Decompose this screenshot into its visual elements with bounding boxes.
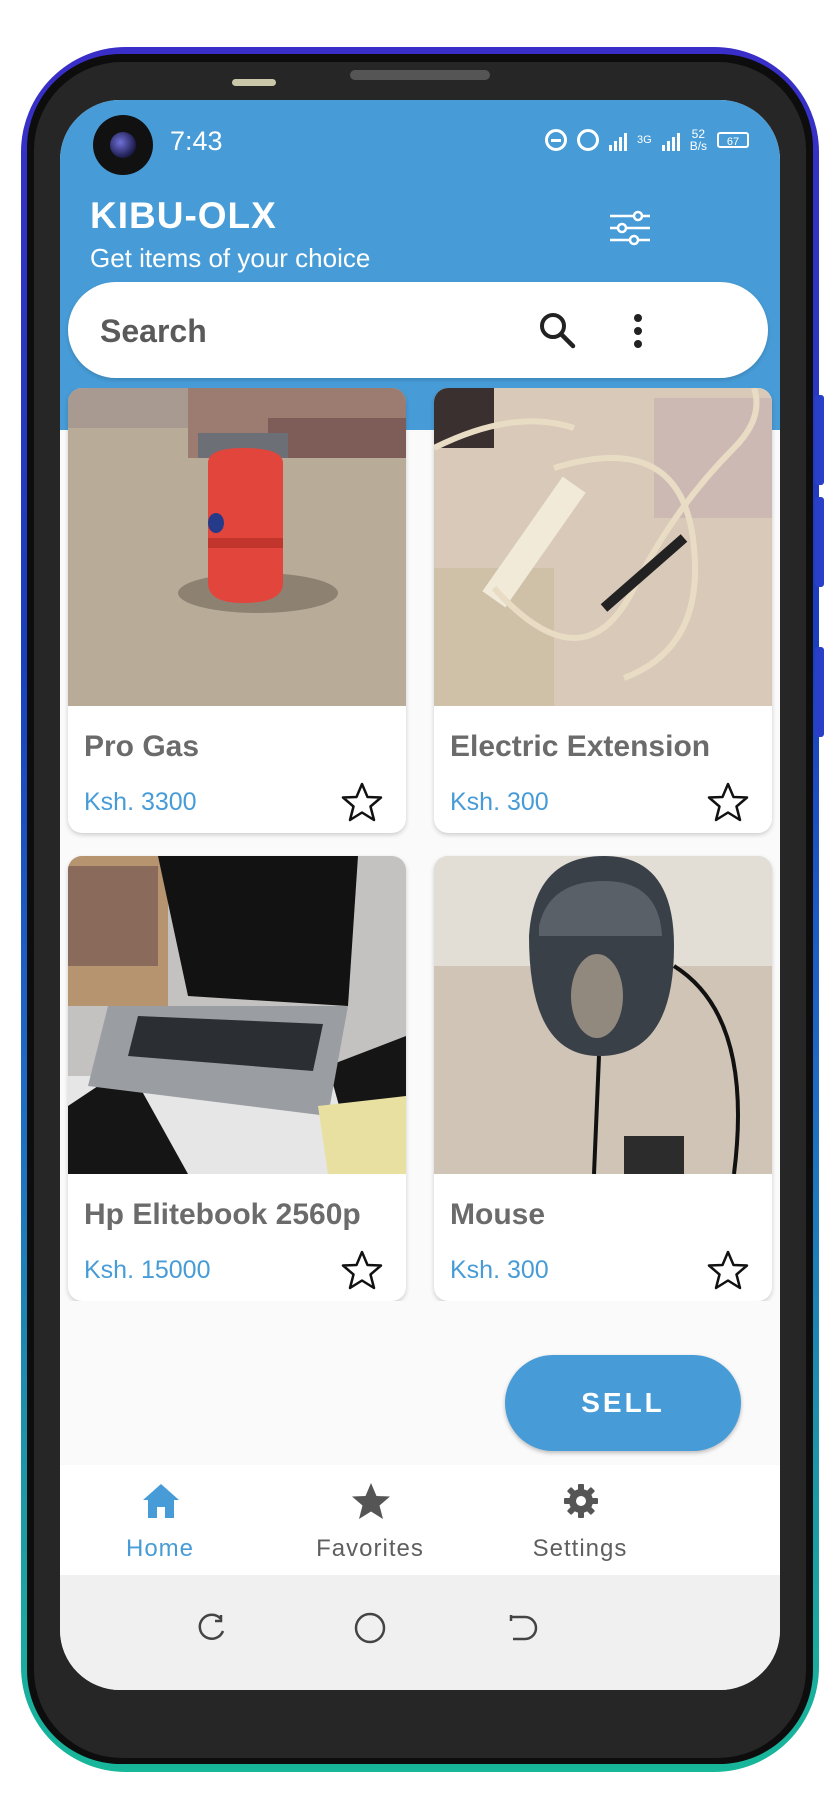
home-circle-icon[interactable] — [353, 1611, 387, 1645]
nav-favorites[interactable]: Favorites — [270, 1465, 470, 1575]
app-subtitle: Get items of your choice — [90, 243, 371, 273]
app-header: 7:43 3G 52 B/s 67 KIBU-OLX Get items of … — [60, 100, 780, 430]
recent-apps-icon[interactable] — [195, 1611, 229, 1645]
status-icons: 3G 52 B/s 67 — [545, 123, 755, 157]
product-image-gas — [68, 388, 406, 706]
product-name: Hp Elitebook 2560p — [84, 1198, 361, 1231]
bottom-nav: Home Favorites Settings — [60, 1465, 780, 1575]
star-icon — [352, 1483, 390, 1519]
volume-down-button — [815, 497, 824, 587]
product-price: Ksh. 3300 — [84, 788, 197, 816]
search-icon[interactable] — [538, 311, 576, 349]
favorite-star-icon[interactable] — [707, 1249, 749, 1291]
status-time: 7:43 — [170, 126, 223, 156]
nav-home[interactable]: Home — [60, 1465, 260, 1575]
favorite-star-icon[interactable] — [341, 1249, 383, 1291]
sliders-icon[interactable] — [608, 210, 652, 246]
nav-home-label: Home — [125, 1535, 195, 1562]
product-grid: Pro Gas Ksh. 3300 Electric Extension Ksh… — [60, 388, 780, 1301]
hotspot-icon — [577, 129, 599, 151]
back-icon[interactable] — [505, 1611, 539, 1645]
product-card[interactable]: Mouse Ksh. 300 — [434, 856, 772, 1301]
search-input[interactable] — [98, 304, 482, 358]
product-price: Ksh. 300 — [450, 788, 549, 816]
home-icon — [143, 1484, 179, 1518]
product-name: Mouse — [450, 1198, 546, 1231]
search-bar — [68, 282, 768, 378]
favorite-star-icon[interactable] — [707, 781, 749, 823]
signal-icon-2 — [661, 129, 680, 151]
proximity-sensor — [232, 79, 276, 86]
app-screen: 7:43 3G 52 B/s 67 KIBU-OLX Get items of … — [60, 100, 780, 1690]
product-card[interactable]: Pro Gas Ksh. 3300 — [68, 388, 406, 833]
product-image-laptop — [68, 856, 406, 1174]
product-name: Pro Gas — [84, 730, 200, 763]
nav-settings-label: Settings — [532, 1535, 628, 1562]
front-camera — [93, 115, 153, 175]
product-price: Ksh. 300 — [450, 1256, 549, 1284]
network-type: 3G — [637, 134, 652, 146]
signal-icon — [609, 129, 627, 151]
do-not-disturb-icon — [545, 129, 567, 151]
favorite-star-icon[interactable] — [341, 781, 383, 823]
volume-up-button — [815, 395, 824, 485]
system-nav-bar — [60, 1575, 780, 1690]
product-image-extension — [434, 388, 772, 706]
product-name: Electric Extension — [450, 730, 711, 763]
product-card[interactable]: Hp Elitebook 2560p Ksh. 15000 — [68, 856, 406, 1301]
earpiece-speaker — [350, 70, 490, 80]
more-vertical-icon[interactable] — [628, 312, 648, 350]
nav-settings[interactable]: Settings — [480, 1465, 680, 1575]
product-image-mouse — [434, 856, 772, 1174]
net-speed: 52 B/s — [689, 127, 708, 153]
power-button — [815, 647, 824, 737]
product-card[interactable]: Electric Extension Ksh. 300 — [434, 388, 772, 833]
product-price: Ksh. 15000 — [84, 1256, 211, 1284]
app-title: KIBU-OLX — [90, 195, 277, 236]
nav-favorites-label: Favorites — [316, 1535, 424, 1562]
sell-button[interactable]: SELL — [505, 1355, 741, 1451]
gear-icon — [564, 1484, 598, 1518]
battery-icon: 67 — [717, 132, 750, 148]
